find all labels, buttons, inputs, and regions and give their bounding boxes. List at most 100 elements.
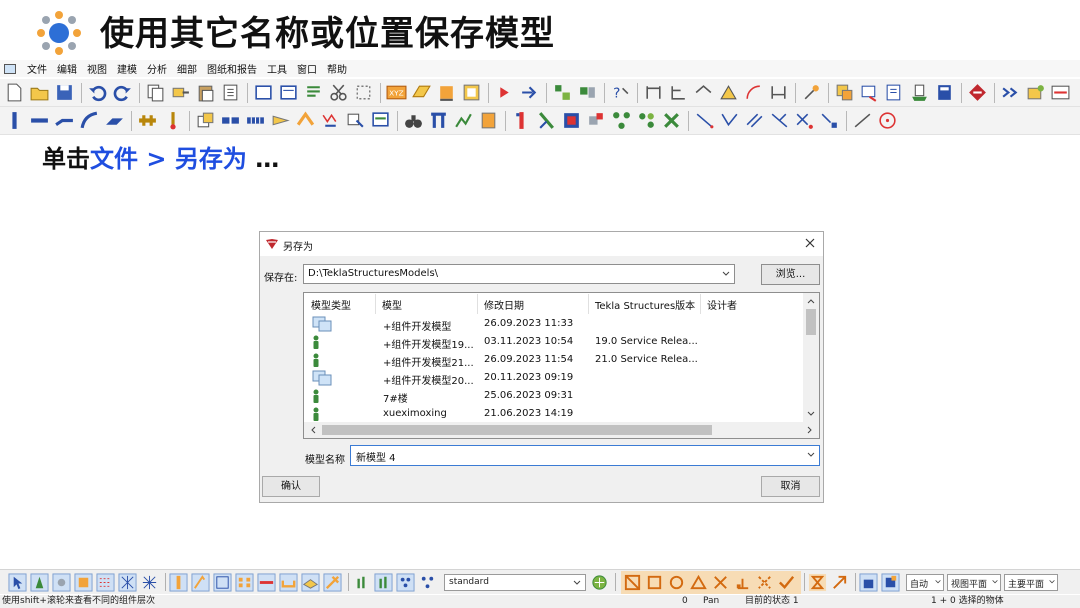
filter-icon[interactable] <box>590 573 609 592</box>
cut-icon[interactable] <box>328 82 349 103</box>
snap-intersection-icon[interactable] <box>711 573 730 592</box>
select-plane-icon[interactable] <box>213 572 232 592</box>
chevron-down-icon[interactable] <box>991 578 999 586</box>
drawing-list-icon[interactable] <box>909 82 930 103</box>
paste-icon[interactable] <box>195 82 216 103</box>
menu-drawings-reports[interactable]: 图纸和报告 <box>202 61 262 76</box>
chevron-down-icon[interactable] <box>572 578 582 588</box>
chevron-up-icon[interactable] <box>806 296 816 306</box>
arc-icon[interactable] <box>743 82 764 103</box>
calculator-icon[interactable] <box>934 82 955 103</box>
select-nested-icon[interactable] <box>418 573 437 592</box>
snap-reference-lines-icon[interactable] <box>623 573 642 592</box>
grid-icon[interactable] <box>428 110 449 131</box>
inquire-icon[interactable] <box>494 82 515 103</box>
weld-assembly-icon[interactable] <box>345 110 366 131</box>
numbering-icon[interactable] <box>834 82 855 103</box>
plate-icon[interactable] <box>104 110 125 131</box>
properties-icon[interactable] <box>220 82 241 103</box>
column-divider[interactable] <box>588 294 589 314</box>
help-icon[interactable]: ? <box>610 82 631 103</box>
chevron-down-icon[interactable] <box>806 409 816 419</box>
tekla-logo-icon[interactable] <box>967 82 988 103</box>
save-in-path-select[interactable]: D:\TeklaStructuresModels\ <box>303 264 735 284</box>
ok-button[interactable]: 确认 <box>262 476 320 497</box>
dialog-titlebar[interactable]: 另存为 <box>260 232 823 256</box>
binoculars-icon[interactable] <box>403 110 424 131</box>
chevron-down-icon[interactable] <box>1048 578 1056 586</box>
column-header-model[interactable]: 模型 <box>382 297 402 312</box>
select-component-icon[interactable] <box>323 572 342 592</box>
polygon-cut-icon[interactable] <box>245 110 266 131</box>
column-divider[interactable] <box>477 294 478 314</box>
measure-icon[interactable] <box>643 82 664 103</box>
snap-geometry-lines-icon[interactable] <box>645 573 664 592</box>
measure-angle-icon[interactable] <box>668 82 689 103</box>
polyline-icon[interactable] <box>719 110 740 131</box>
select-all-icon[interactable] <box>8 572 27 592</box>
chamfer-icon[interactable] <box>295 110 316 131</box>
new-icon[interactable] <box>4 82 25 103</box>
chevron-down-icon[interactable] <box>806 450 816 460</box>
app-icon[interactable] <box>4 63 16 74</box>
select-assembly-icon[interactable] <box>74 572 93 592</box>
horizontal-scrollbar[interactable] <box>304 422 819 438</box>
view-plane-select[interactable]: 视图平面 <box>947 573 1001 591</box>
select-box-icon[interactable] <box>353 82 374 103</box>
column-header-model-type[interactable]: 模型类型 <box>311 297 351 312</box>
select-cut-icon[interactable] <box>169 572 188 592</box>
menu-help[interactable]: 帮助 <box>322 61 352 76</box>
window-icon[interactable] <box>253 82 274 103</box>
snap-perpendicular-icon[interactable] <box>733 573 752 592</box>
copy-icon[interactable] <box>145 82 166 103</box>
double-arrow-icon[interactable] <box>1000 82 1021 103</box>
select-components-icon[interactable] <box>374 572 393 592</box>
material-icon[interactable] <box>478 110 499 131</box>
work-plane-select[interactable]: 主要平面 <box>1004 573 1058 591</box>
pour-icon[interactable] <box>561 110 582 131</box>
column-divider[interactable] <box>700 294 701 314</box>
measure-triangle-icon[interactable] <box>718 82 739 103</box>
workarea-icon[interactable] <box>461 82 482 103</box>
close-icon[interactable] <box>803 236 817 250</box>
weld-icon[interactable] <box>162 110 183 131</box>
select-assembly-objects-icon[interactable] <box>396 572 415 592</box>
point-offset-icon[interactable] <box>819 110 840 131</box>
select-bolt-icon[interactable] <box>235 572 254 592</box>
model-file-list[interactable]: 模型类型 模型 修改日期 Tekla Structures版本 设计者 +组件开… <box>303 292 820 439</box>
table-row[interactable]: xueximoxing 21.06.2023 14:19 <box>304 406 804 423</box>
document-manager-icon[interactable] <box>884 82 905 103</box>
organizer-icon[interactable] <box>859 82 880 103</box>
chevron-left-icon[interactable] <box>308 425 318 435</box>
table-row[interactable]: 7#楼 25.06.2023 09:31 <box>304 388 804 405</box>
select-object-in-components-icon[interactable] <box>352 573 371 592</box>
curved-beam-icon[interactable] <box>79 110 100 131</box>
arrow-icon[interactable] <box>519 82 540 103</box>
select-weld-icon[interactable] <box>140 573 159 592</box>
cancel-button[interactable]: 取消 <box>761 476 820 497</box>
menu-file[interactable]: 文件 <box>22 61 52 76</box>
model-name-input[interactable]: 新模型 4 <box>350 445 820 466</box>
vertical-scroll-thumb[interactable] <box>806 309 816 335</box>
applications-icon[interactable] <box>1050 82 1071 103</box>
select-point-icon[interactable] <box>301 572 320 592</box>
beam-icon[interactable] <box>29 110 50 131</box>
column-header-version[interactable]: Tekla Structures版本 <box>595 297 695 312</box>
chevron-right-icon[interactable] <box>805 425 815 435</box>
menu-window[interactable]: 窗口 <box>292 61 322 76</box>
select-surface-icon[interactable] <box>52 572 71 592</box>
assembly-icon[interactable] <box>511 110 532 131</box>
chevron-down-icon[interactable] <box>721 269 731 279</box>
parallel-line-icon[interactable] <box>744 110 765 131</box>
open-icon[interactable] <box>29 82 50 103</box>
column-divider[interactable] <box>375 294 376 314</box>
reference-model-icon[interactable] <box>453 110 474 131</box>
save-icon[interactable] <box>54 82 75 103</box>
table-row[interactable]: +组件开发模型20... 20.11.2023 09:19 <box>304 370 804 387</box>
plane-icon[interactable] <box>411 82 432 103</box>
select-grid-icon[interactable] <box>96 572 115 592</box>
chevron-down-icon[interactable] <box>934 578 942 586</box>
add-to-assembly-icon[interactable] <box>536 110 557 131</box>
bolt-distance-icon[interactable] <box>768 82 789 103</box>
column-header-modified-date[interactable]: 修改日期 <box>484 297 524 312</box>
